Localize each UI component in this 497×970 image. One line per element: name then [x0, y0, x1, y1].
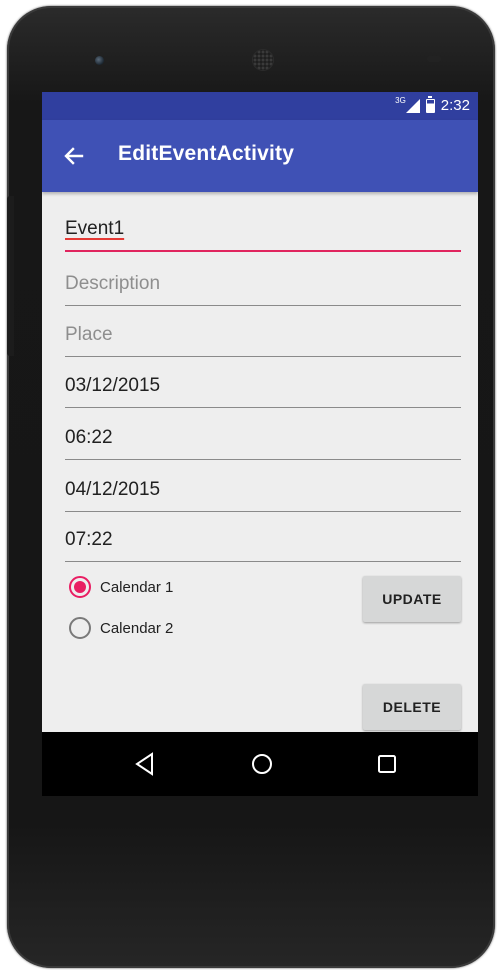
- arrow-back-icon[interactable]: [64, 146, 84, 166]
- radio-button-unchecked[interactable]: [69, 617, 91, 639]
- front-camera: [95, 56, 104, 65]
- earpiece-speaker: [253, 50, 273, 70]
- screen: 3G 2:32 EditEventActivity Event1 Descrip…: [42, 92, 478, 796]
- title-value: Event1: [65, 218, 125, 239]
- network-type: 3G: [395, 96, 406, 105]
- phone-frame: 3G 2:32 EditEventActivity Event1 Descrip…: [7, 6, 495, 968]
- battery-icon: [425, 95, 435, 113]
- circle-home-icon[interactable]: [246, 748, 278, 780]
- square-recents-icon[interactable]: [371, 748, 403, 780]
- update-button[interactable]: UPDATE: [363, 576, 461, 622]
- place-input[interactable]: Place: [65, 311, 461, 357]
- title-input[interactable]: Event1: [65, 206, 461, 252]
- radio-label: Calendar 1: [100, 578, 174, 596]
- delete-button[interactable]: DELETE: [363, 684, 461, 730]
- start-time-field[interactable]: 06:22: [65, 414, 461, 460]
- description-placeholder: Description: [65, 273, 161, 294]
- navigation-bar: [42, 732, 478, 796]
- side-key: [7, 196, 14, 356]
- start-date-value: 03/12/2015: [65, 375, 161, 396]
- page-title: EditEventActivity: [118, 142, 295, 165]
- end-date-value: 04/12/2015: [65, 479, 161, 500]
- radio-calendar-1[interactable]: Calendar 1: [69, 576, 173, 598]
- status-bar: 3G 2:32: [42, 92, 478, 120]
- signal-icon: [405, 98, 420, 113]
- app-bar: EditEventActivity: [42, 120, 478, 192]
- radio-calendar-2[interactable]: Calendar 2: [69, 617, 173, 639]
- radio-label: Calendar 2: [100, 619, 174, 637]
- place-placeholder: Place: [65, 324, 113, 345]
- end-date-field[interactable]: 04/12/2015: [65, 466, 461, 512]
- start-date-field[interactable]: 03/12/2015: [65, 362, 461, 408]
- end-time-field[interactable]: 07:22: [65, 516, 461, 562]
- end-time-value: 07:22: [65, 529, 113, 550]
- proximity-sensor: [427, 56, 441, 62]
- status-time: 2:32: [440, 97, 470, 114]
- start-time-value: 06:22: [65, 427, 113, 448]
- radio-button-checked[interactable]: [69, 576, 91, 598]
- status-icons: 3G 2:32: [395, 95, 470, 114]
- triangle-back-icon[interactable]: [130, 748, 162, 780]
- description-input[interactable]: Description: [65, 260, 461, 306]
